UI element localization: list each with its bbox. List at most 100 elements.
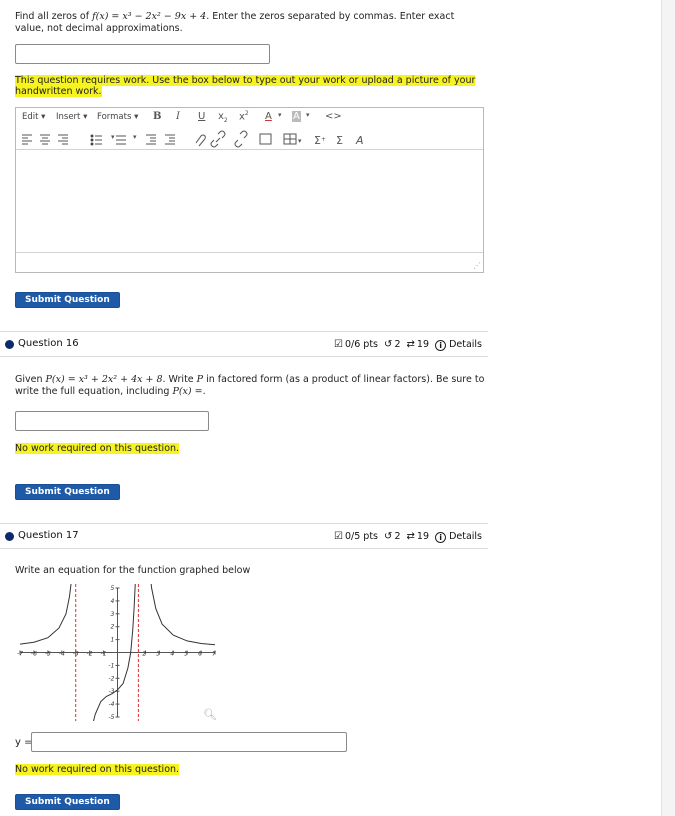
q17-score: 0/5 pts [344, 531, 378, 542]
y-tick-label: -4 [109, 701, 115, 708]
italic-button[interactable]: I [176, 111, 180, 122]
y-tick-label: 5 [111, 585, 115, 592]
function-graph: -7-6-5-4-3-2-123456754321-1-2-3-4-5 [17, 584, 216, 721]
q17-title: Question 17 [18, 530, 79, 541]
q15-submit-button[interactable]: Submit Question [15, 292, 120, 308]
numbered-list-dropdown-icon[interactable]: ▾ [133, 133, 137, 141]
q17-prompt: Write an equation for the function graph… [15, 565, 251, 576]
curve-branch-3 [150, 584, 216, 646]
numbered-list-icon [116, 135, 126, 145]
x-tick-label: -4 [59, 651, 65, 658]
work-editor: Edit ▾ Insert ▾ Formats ▾ B I U x2 x2 A … [15, 107, 484, 273]
x-tick-label: 3 [156, 651, 160, 658]
q16-status-dot [5, 340, 14, 349]
zoom-magnifier-icon[interactable]: 🔍︎ [203, 708, 217, 721]
q17-answer-label: y = [15, 737, 33, 748]
x-tick-label: 5 [184, 651, 188, 658]
q15-function-expression: f(x) = x³ − 2x² − 9x + 4 [92, 11, 207, 22]
q16-prompt: Given P(x) = x³ + 2x² + 4x + 8. Write P … [15, 374, 485, 397]
x-tick-label: -1 [101, 651, 107, 658]
q17-header: Question 17 ☑ 0/5 pts ↺ 2 ⇄ 19 i Details [0, 523, 488, 549]
q16-submit-button[interactable]: Submit Question [15, 484, 120, 500]
sum-icon: Σ [336, 134, 343, 147]
superscript-button[interactable]: x2 [239, 110, 249, 122]
x-tick-label: 2 [142, 651, 146, 658]
editor-statusbar: ⋰ [16, 252, 483, 272]
attempts-icon: ⇄ [406, 531, 415, 542]
q15-prompt: Find all zeros of f(x) = x³ − 2x² − 9x +… [15, 11, 455, 34]
retry-icon: ↺ [384, 339, 393, 350]
x-tick-label: 4 [170, 651, 174, 658]
q17-attempts: 19 [416, 531, 430, 542]
q17-retries: 2 [394, 531, 401, 542]
editor-toolbar: ▾ Σ + Σ A ▾ ▾ [16, 128, 483, 150]
q15-work-notice: This question requires work. Use the box… [15, 75, 476, 97]
x-tick-label: -7 [17, 651, 23, 658]
q16-details-link[interactable]: Details [449, 339, 482, 350]
font-color-icon[interactable]: A [265, 111, 272, 122]
y-tick-label: -2 [109, 675, 115, 682]
edit-menu[interactable]: Edit ▾ [22, 112, 45, 122]
q16-meta: ☑ 0/6 pts ↺ 2 ⇄ 19 i Details [334, 339, 482, 351]
page-scrollbar[interactable] [661, 0, 675, 816]
q16-work-notice: No work required on this question. [15, 443, 180, 454]
insert-equation-icon: Σ [314, 134, 321, 147]
q17-answer-input[interactable] [31, 732, 347, 752]
font-color-dropdown-icon[interactable]: ▾ [278, 111, 282, 119]
svg-text:▾: ▾ [298, 137, 302, 145]
attachment-icon [195, 134, 206, 147]
bold-button[interactable]: B [153, 111, 161, 122]
q16-score: 0/6 pts [344, 339, 378, 350]
y-tick-label: 1 [111, 637, 115, 644]
q17-submit-button[interactable]: Submit Question [15, 794, 120, 810]
image-icon [259, 133, 272, 145]
y-tick-label: -5 [109, 714, 115, 721]
retry-icon: ↺ [384, 531, 393, 542]
bullet-list-dropdown-icon[interactable]: ▾ [111, 133, 115, 141]
q17-status-dot [5, 532, 14, 541]
q16-answer-input[interactable] [15, 411, 209, 431]
source-code-icon[interactable]: <> [325, 111, 342, 122]
x-tick-label: -2 [87, 651, 93, 658]
score-checkbox-icon: ☑ [334, 339, 343, 350]
svg-text:+: + [321, 136, 326, 143]
link-icon [210, 130, 226, 148]
background-color-dropdown-icon[interactable]: ▾ [306, 111, 310, 119]
q16-retries: 2 [394, 339, 401, 350]
y-tick-label: -1 [109, 662, 115, 669]
formats-menu[interactable]: Formats ▾ [97, 112, 138, 122]
q16-title: Question 16 [18, 338, 79, 349]
unlink-icon [234, 130, 248, 148]
y-tick-label: 4 [111, 598, 115, 605]
q16-attempts: 19 [416, 339, 430, 350]
q17-meta: ☑ 0/5 pts ↺ 2 ⇄ 19 i Details [334, 531, 482, 543]
resize-grip-icon[interactable]: ⋰ [473, 261, 481, 270]
editor-content-area[interactable] [16, 150, 483, 254]
x-tick-label: 6 [198, 651, 202, 658]
q15-answer-input[interactable] [15, 44, 270, 64]
q17-details-link[interactable]: Details [449, 531, 482, 542]
align-left-icon [22, 134, 32, 145]
insert-menu[interactable]: Insert ▾ [56, 112, 87, 122]
indent-icon [165, 134, 175, 145]
score-checkbox-icon: ☑ [334, 531, 343, 542]
info-icon[interactable]: i [435, 340, 447, 351]
q16-function-expression: P(x) = x³ + 2x² + 4x + 8 [45, 374, 163, 385]
attempts-icon: ⇄ [406, 339, 415, 350]
q16-header: Question 16 ☑ 0/6 pts ↺ 2 ⇄ 19 i Details [0, 331, 488, 357]
bullet-list-icon [90, 134, 102, 146]
x-tick-label: -5 [45, 651, 51, 658]
info-icon[interactable]: i [435, 532, 447, 543]
align-right-icon [58, 134, 68, 145]
editor-menubar: Edit ▾ Insert ▾ Formats ▾ B I U x2 x2 A … [16, 108, 483, 128]
outdent-icon [146, 134, 156, 145]
accessibility-checker-icon: A [355, 134, 364, 147]
curve-branch-1 [19, 584, 72, 645]
underline-button[interactable]: U [198, 111, 205, 122]
background-color-icon[interactable]: A [292, 111, 301, 122]
q17-work-notice: No work required on this question. [15, 764, 180, 775]
align-center-icon [40, 134, 50, 145]
y-tick-label: 2 [111, 624, 115, 631]
x-tick-label: 7 [212, 651, 216, 658]
subscript-button[interactable]: x2 [218, 111, 228, 124]
